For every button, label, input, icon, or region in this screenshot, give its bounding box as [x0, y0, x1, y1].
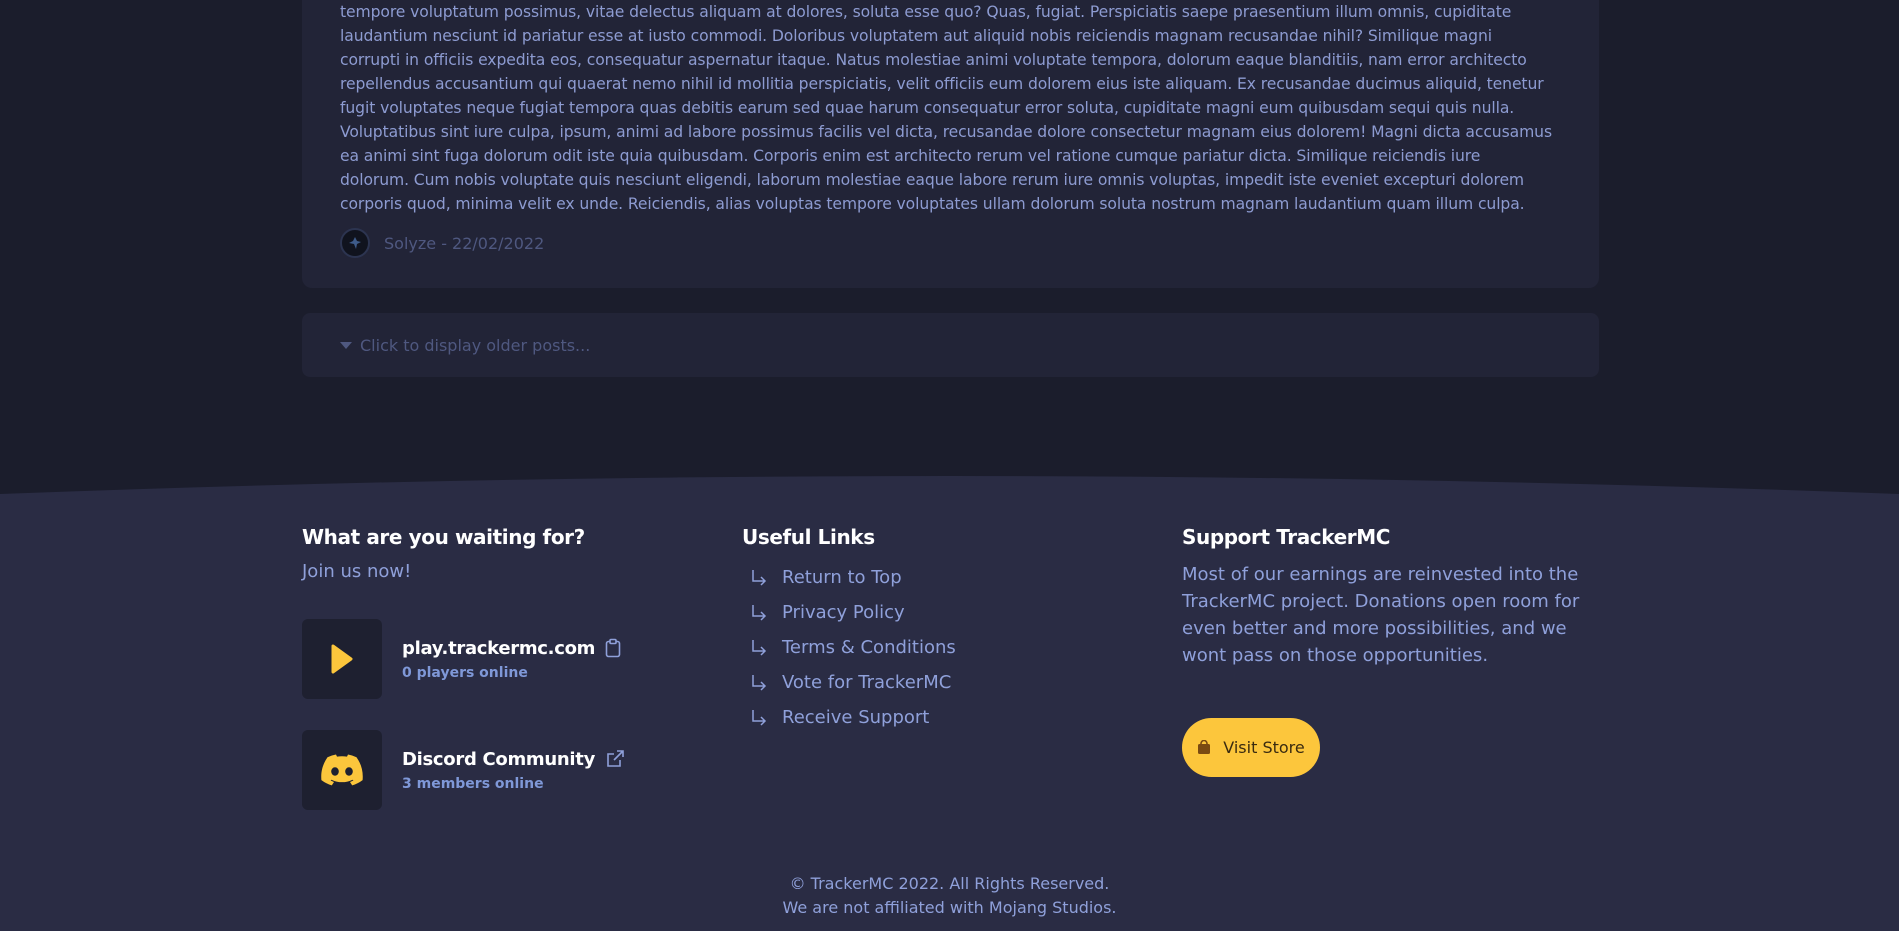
post-card: tempore voluptatum possimus, vitae delec… [302, 0, 1599, 288]
link-receive-support[interactable]: Receive Support [742, 700, 956, 735]
server-address: play.trackermc.com [402, 637, 596, 659]
return-arrow-icon [752, 674, 767, 691]
link-terms-conditions[interactable]: Terms & Conditions [742, 630, 956, 665]
shopping-bag-icon [1198, 740, 1211, 754]
link-label: Terms & Conditions [782, 637, 956, 658]
return-arrow-icon [752, 569, 767, 586]
visit-store-button[interactable]: Visit Store [1182, 718, 1320, 777]
footer-support-column: Support TrackerMC Most of our earnings a… [1182, 525, 1597, 669]
return-arrow-icon [752, 639, 767, 656]
disclaimer-text: We are not affiliated with Mojang Studio… [782, 898, 1117, 917]
links-heading: Useful Links [742, 525, 875, 549]
discord-label: Discord Community [402, 748, 596, 770]
link-label: Return to Top [782, 567, 902, 588]
return-arrow-icon [752, 709, 767, 726]
return-arrow-icon [752, 604, 767, 621]
clipboard-icon[interactable] [605, 638, 621, 658]
join-heading: What are you waiting for? [302, 525, 585, 549]
copyright-text: © TrackerMC 2022. All Rights Reserved. [789, 874, 1110, 893]
link-label: Receive Support [782, 707, 930, 728]
copyright-block: © TrackerMC 2022. All Rights Reserved. W… [0, 872, 1899, 920]
support-text: Most of our earnings are reinvested into… [1182, 564, 1580, 666]
discord-box[interactable] [302, 730, 382, 810]
server-player-count: 0 players online [402, 664, 528, 681]
discord-icon [321, 754, 363, 786]
caret-down-icon [340, 341, 352, 349]
link-label: Privacy Policy [782, 602, 905, 623]
link-return-to-top[interactable]: Return to Top [742, 560, 956, 595]
avatar-logo-icon [349, 237, 361, 249]
post-meta: Solyze - 22/02/2022 [340, 228, 544, 258]
play-box[interactable] [302, 619, 382, 699]
discord-card[interactable]: Discord Community 3 members online [302, 730, 625, 810]
server-address-card[interactable]: play.trackermc.com 0 players online [302, 619, 621, 699]
avatar[interactable] [340, 228, 370, 258]
join-subtitle: Join us now! [302, 561, 412, 582]
external-link-icon[interactable] [605, 749, 625, 769]
links-list: Return to Top Privacy Policy Terms & Con… [742, 560, 956, 735]
play-icon [331, 644, 353, 674]
footer-join-column: What are you waiting for? Join us now! [302, 525, 585, 582]
older-posts-label: Click to display older posts... [360, 335, 591, 355]
post-body: tempore voluptatum possimus, vitae delec… [340, 3, 1552, 213]
link-label: Vote for TrackerMC [782, 672, 952, 693]
support-heading: Support TrackerMC [1182, 525, 1391, 549]
older-posts-toggle[interactable]: Click to display older posts... [302, 313, 1599, 377]
visit-store-label: Visit Store [1223, 738, 1305, 757]
discord-member-count: 3 members online [402, 775, 544, 792]
post-author-date: Solyze - 22/02/2022 [384, 233, 545, 253]
link-vote[interactable]: Vote for TrackerMC [742, 665, 956, 700]
footer-links-column: Useful Links Return to Top Privacy Polic… [742, 525, 956, 735]
link-privacy-policy[interactable]: Privacy Policy [742, 595, 956, 630]
